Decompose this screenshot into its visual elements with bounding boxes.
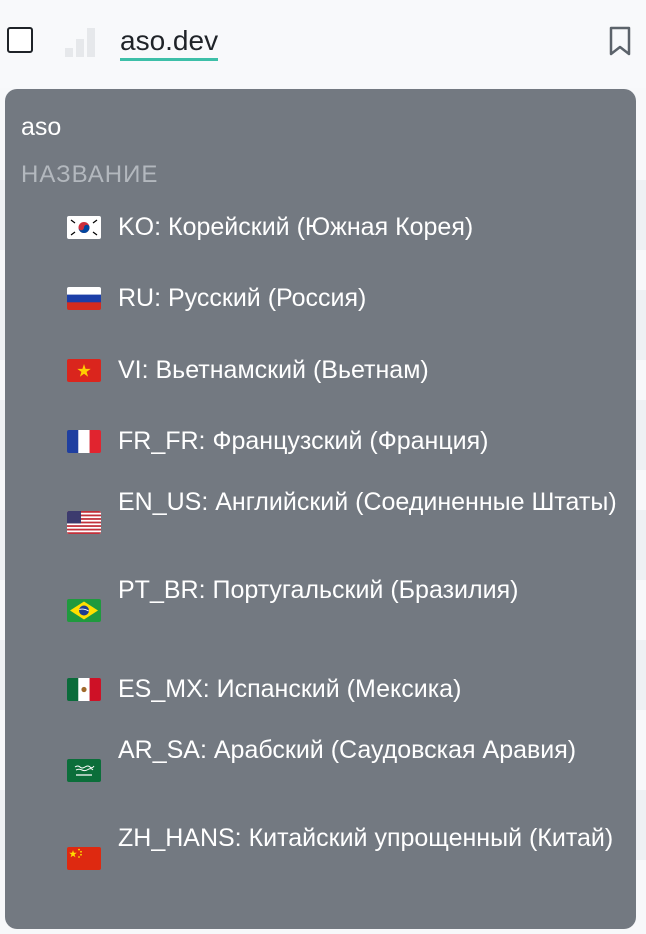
usa-flag-icon — [67, 511, 101, 534]
china-flag-icon — [67, 847, 101, 870]
search-query-text: aso — [21, 113, 62, 141]
domain-link[interactable]: aso.dev — [120, 24, 219, 61]
list-item-label: EN_US: Английский (Соединенные Штаты) — [118, 488, 617, 516]
select-checkbox[interactable] — [7, 27, 33, 53]
list-item-label: FR_FR: Французский (Франция) — [118, 427, 489, 455]
section-heading: НАЗВАНИЕ — [21, 161, 159, 188]
france-flag-icon — [67, 430, 101, 453]
list-item-label: KO: Корейский (Южная Корея) — [118, 213, 474, 241]
bookmark-icon[interactable] — [608, 26, 632, 56]
russia-flag-icon — [67, 287, 101, 310]
list-item-label: ZH_HANS: Китайский упрощенный (Китай) — [118, 824, 614, 852]
list-item-label: ES_MX: Испанский (Мексика) — [118, 675, 462, 703]
signal-strength-icon — [63, 24, 99, 58]
list-item-label: PT_BR: Португальский (Бразилия) — [118, 576, 519, 604]
list-item-label: RU: Русский (Россия) — [118, 284, 367, 312]
list-item-label: AR_SA: Арабский (Саудовская Аравия) — [118, 736, 577, 764]
south-korea-flag-icon — [67, 216, 101, 239]
saudi-arabia-flag-icon — [67, 759, 101, 782]
mexico-flag-icon — [67, 678, 101, 701]
header-bar: aso.dev — [0, 0, 646, 88]
language-dropdown-popup: aso НАЗВАНИЕ KO: Корейский (Южная Корея) — [5, 89, 636, 929]
vietnam-flag-icon — [67, 359, 101, 382]
brazil-flag-icon — [67, 599, 101, 622]
list-item-label: VI: Вьетнамский (Вьетнам) — [118, 356, 429, 384]
